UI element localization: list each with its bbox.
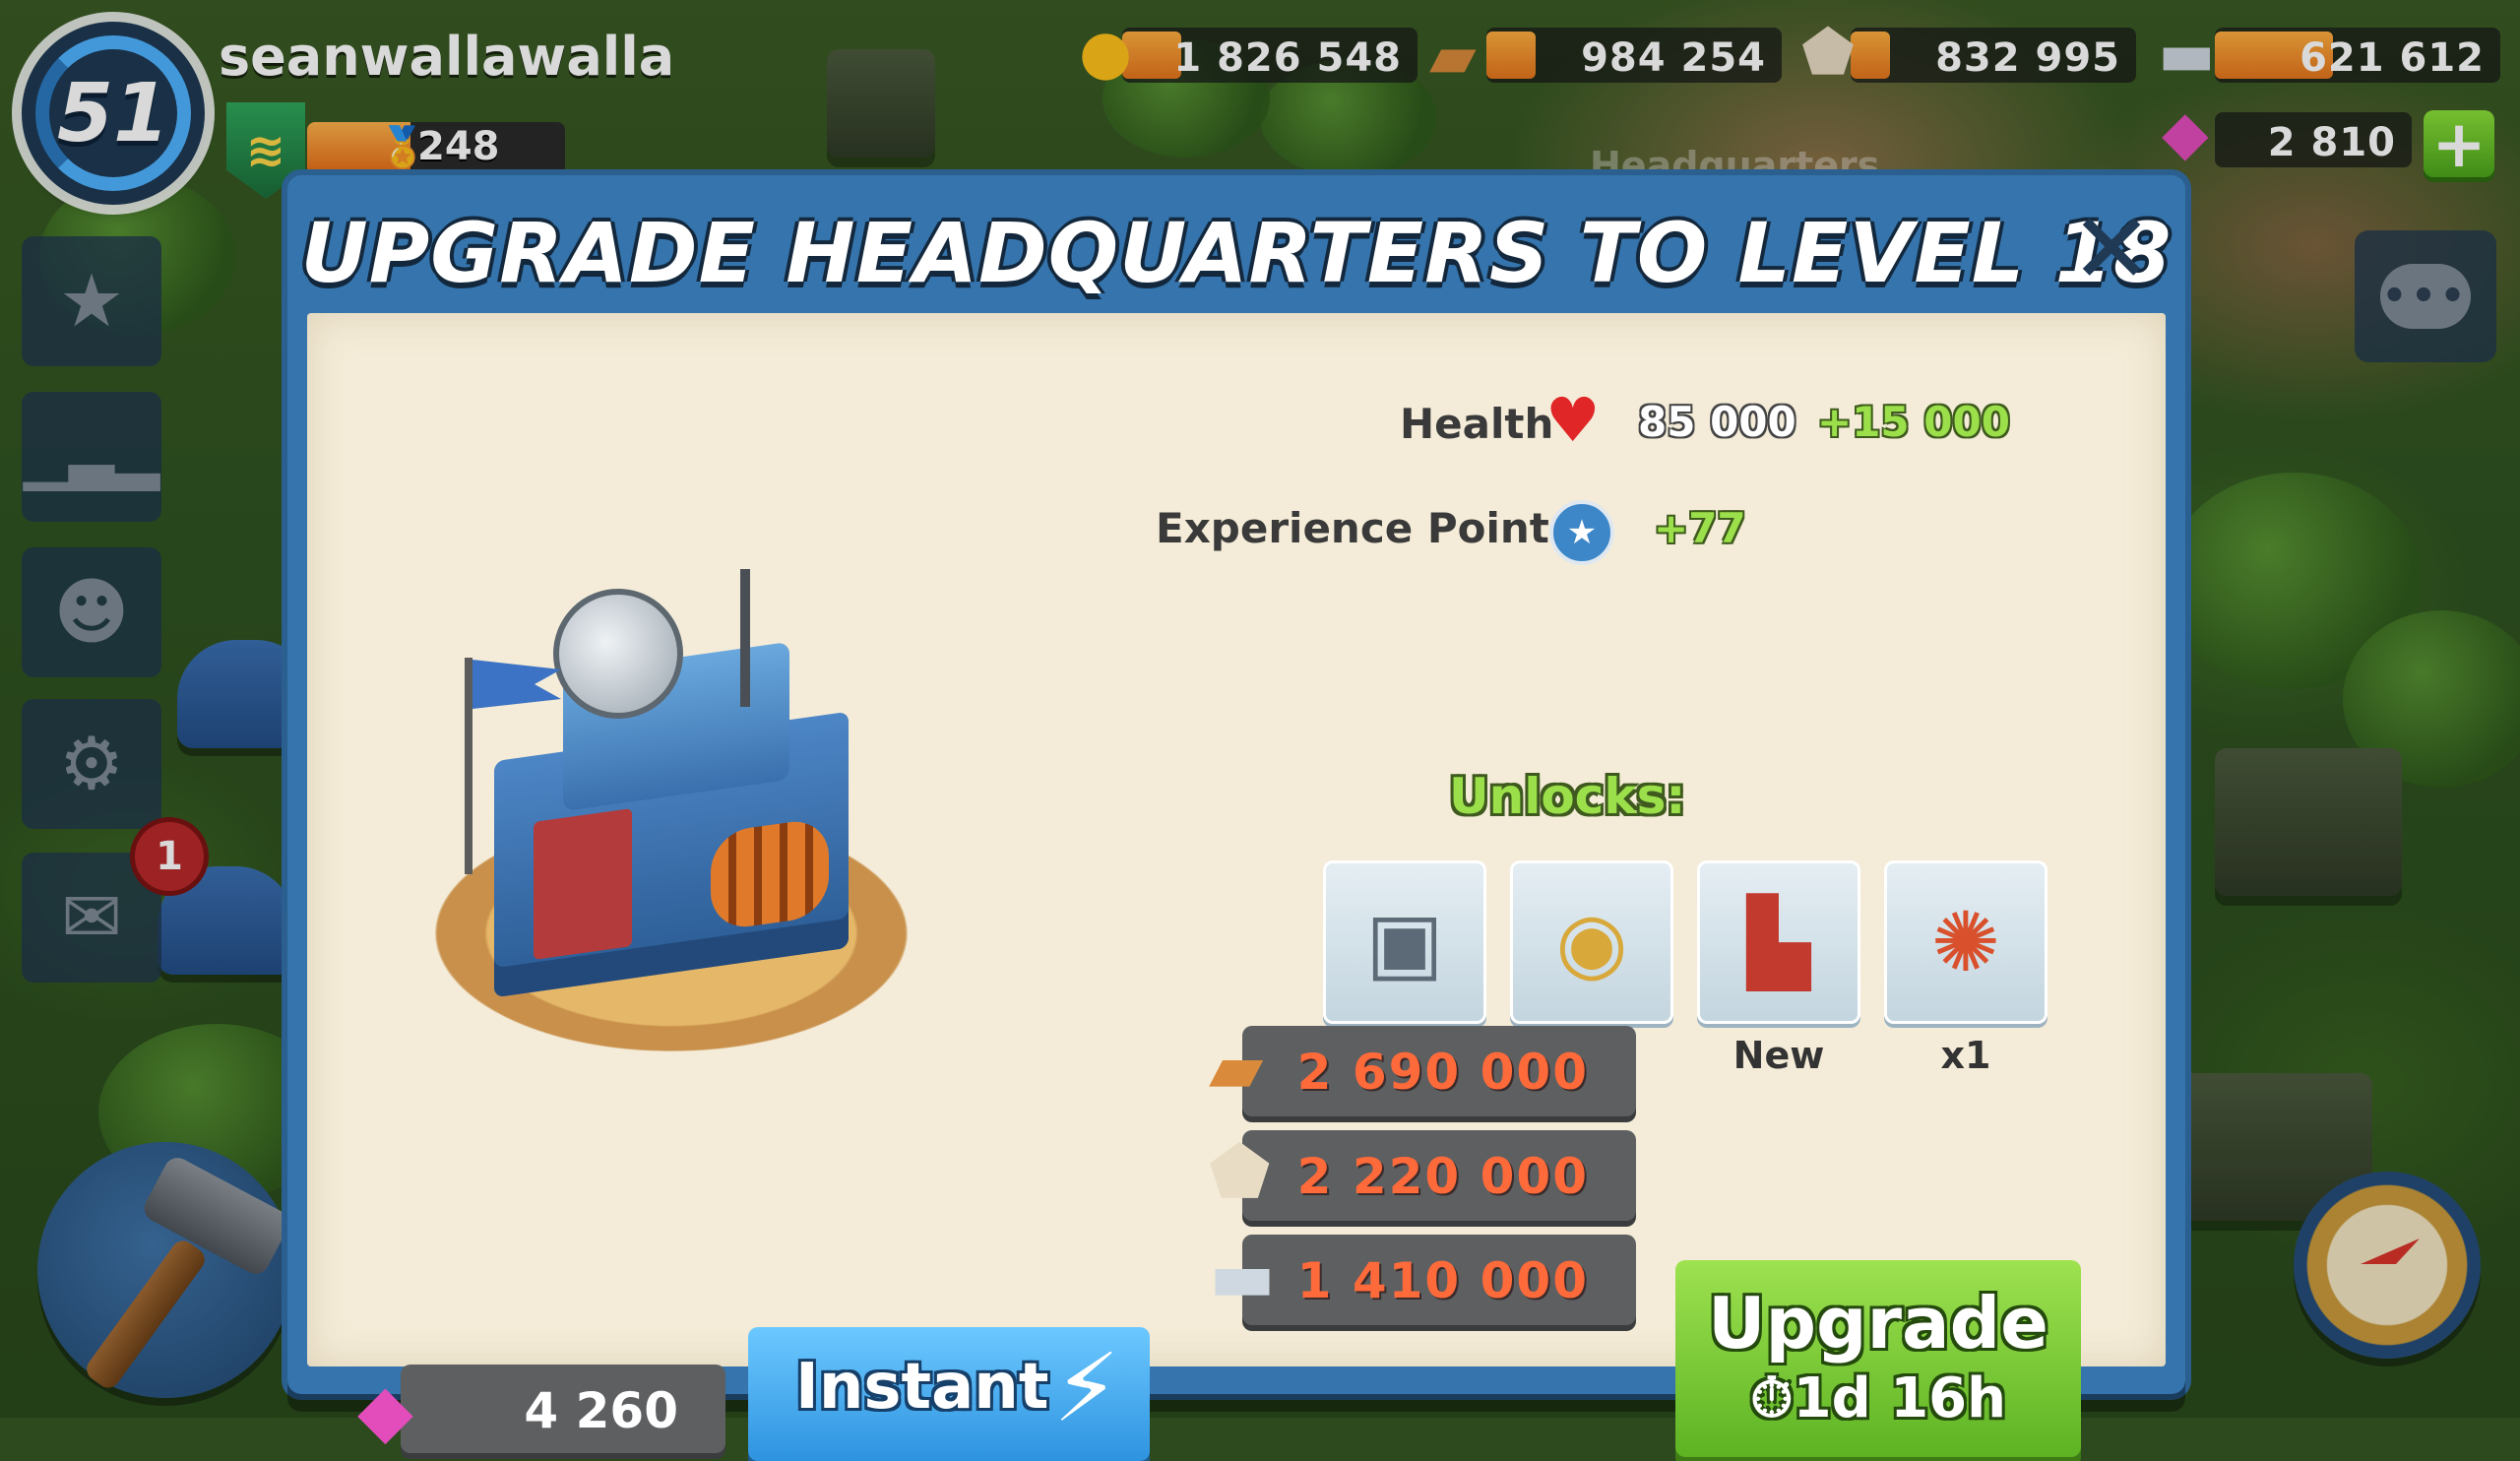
health-label: Health — [1400, 400, 1554, 448]
storage-building-icon: ▣ — [1365, 894, 1444, 990]
instant-cost-value: 4 260 — [524, 1382, 678, 1439]
stone-cost-value: 2 220 000 — [1296, 1148, 1589, 1205]
upgrade-label: Upgrade — [1707, 1282, 2048, 1365]
wood-cost-value: 2 690 000 — [1296, 1044, 1589, 1101]
iron-cost: ▬ 1 410 000 — [1209, 1235, 1636, 1325]
wood-cost: ▰ 2 690 000 — [1209, 1026, 1636, 1116]
xp-label: Experience Points — [1156, 504, 1574, 552]
health-increase: +15 000 — [1817, 398, 2010, 446]
iron-ingot-icon: ▬ — [1209, 1235, 1277, 1317]
instant-button[interactable]: Instant ⚡ — [748, 1327, 1150, 1461]
unlocks-title: Unlocks: — [1449, 768, 1686, 825]
mortar-icon: ◉ — [1555, 894, 1628, 990]
health-value: 85 000 — [1638, 398, 1796, 446]
wood-planks-icon: ▰ — [1209, 1026, 1264, 1109]
instant-diamond-cost: ◆ 4 260 — [357, 1365, 725, 1453]
unlock-storage-tile[interactable]: ▣ — [1323, 860, 1486, 1024]
upgrade-dialog: UPGRADE HEADQUARTERS TO LEVEL 18 ✕ Healt… — [287, 175, 2185, 1461]
iron-cost-value: 1 410 000 — [1296, 1252, 1589, 1309]
upgrade-time: 1d 16h — [1793, 1366, 2007, 1430]
upgrade-button[interactable]: Upgrade ⏱1d 16h — [1675, 1260, 2081, 1457]
stopwatch-icon: ⏱ — [1749, 1366, 1794, 1430]
red-tank-icon: ▙ — [1746, 894, 1811, 990]
unlock-tank-tile[interactable]: ▙ — [1697, 860, 1860, 1024]
stone-icon: ⬟ — [1209, 1130, 1271, 1213]
xp-star-icon: ★ — [1549, 500, 1614, 565]
diamond-icon: ◆ — [357, 1368, 413, 1453]
instant-label: Instant — [795, 1351, 1049, 1424]
unlock-mine-tile[interactable]: ✺ — [1884, 860, 2048, 1024]
stone-cost: ⬟ 2 220 000 — [1209, 1130, 1636, 1221]
close-button[interactable]: ✕ — [2067, 200, 2156, 298]
dialog-title: UPGRADE HEADQUARTERS TO LEVEL 18 — [300, 205, 2173, 301]
headquarters-illustration — [415, 569, 927, 1081]
unlock-mortar-tile[interactable]: ◉ — [1510, 860, 1673, 1024]
unlock-mine-qty: x1 — [1940, 1034, 1991, 1077]
xp-increase: +77 — [1654, 504, 1746, 552]
dialog-panel: Health ♥ 85 000 +15 000 Experience Point… — [307, 313, 2166, 1461]
lightning-icon: ⚡ — [1053, 1333, 1120, 1443]
heart-icon: ♥ — [1545, 384, 1601, 456]
mine-icon: ✺ — [1930, 894, 2001, 990]
unlock-tank-qty: New — [1732, 1034, 1825, 1077]
